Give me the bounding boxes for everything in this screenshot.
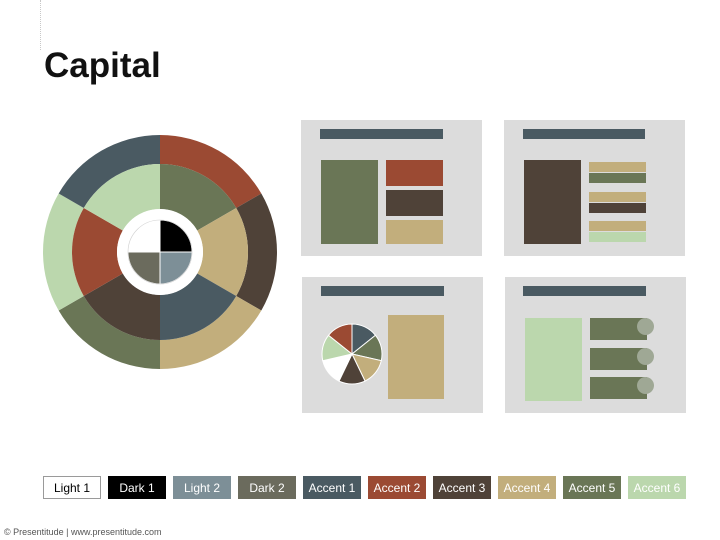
layout-thumbnail-3 (302, 277, 483, 413)
swatch-accent-6: Accent 6 (628, 476, 686, 499)
thumbnail-block (321, 160, 378, 244)
swatch-light-1: Light 1 (43, 476, 101, 499)
thumbnail-stripe (589, 162, 646, 172)
thumbnail-block (386, 160, 443, 186)
thumbnail-stripe (589, 232, 646, 242)
layout-thumbnail-2 (504, 120, 685, 256)
thumbnail-title-bar (523, 129, 645, 139)
thumbnail-knob (637, 348, 654, 365)
swatch-accent-3: Accent 3 (433, 476, 491, 499)
thumbnail-stripe (589, 192, 646, 202)
layout-thumbnail-1 (301, 120, 482, 256)
thumbnail-block (524, 160, 581, 244)
slide-title: Capital (44, 46, 161, 85)
thumbnail-title-bar (320, 129, 443, 139)
swatch-dark-1: Dark 1 (108, 476, 166, 499)
thumbnail-block (386, 190, 443, 216)
swatch-accent-1: Accent 1 (303, 476, 361, 499)
thumbnail-block (386, 220, 443, 244)
thumbnail-stripe (589, 203, 646, 213)
thumbnail-knob (637, 318, 654, 335)
swatch-accent-5: Accent 5 (563, 476, 621, 499)
footer-credit: © Presentitude | www.presentitude.com (4, 527, 162, 537)
swatch-light-2: Light 2 (173, 476, 231, 499)
color-wheel (43, 135, 277, 369)
swatch-accent-4: Accent 4 (498, 476, 556, 499)
swatch-dark-2: Dark 2 (238, 476, 296, 499)
thumbnail-title-bar (523, 286, 646, 296)
mini-pie-chart (321, 323, 383, 385)
center-quadrants (127, 219, 193, 285)
thumbnail-block (388, 315, 444, 399)
thumbnail-stripe (589, 173, 646, 183)
thumbnail-stripe (589, 221, 646, 231)
guide-line (40, 0, 41, 50)
thumbnail-block (525, 318, 582, 401)
swatch-accent-2: Accent 2 (368, 476, 426, 499)
thumbnail-title-bar (321, 286, 444, 296)
layout-thumbnail-4 (505, 277, 686, 413)
thumbnail-knob (637, 377, 654, 394)
